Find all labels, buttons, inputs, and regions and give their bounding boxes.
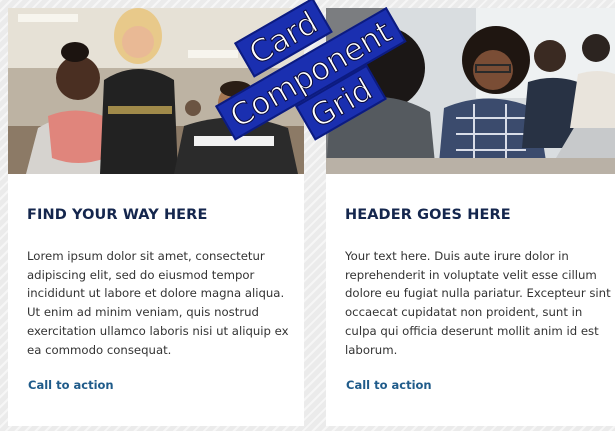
card-photo-classroom <box>8 8 304 174</box>
classroom-photo <box>8 8 304 174</box>
card-find-your-way: FIND YOUR WAY HERE Lorem ipsum dolor sit… <box>8 8 304 426</box>
card-header-goes-here: HEADER GOES HERE Your text here. Duis au… <box>326 8 615 426</box>
card-body-text: Lorem ipsum dolor sit amet, consectetur … <box>27 249 289 357</box>
card-photo-students <box>326 8 615 174</box>
card-body-text: Your text here. Duis aute irure dolor in… <box>345 249 611 357</box>
students-photo <box>326 8 615 174</box>
card-title: HEADER GOES HERE <box>345 207 511 223</box>
call-to-action-link[interactable]: Call to action <box>28 378 114 392</box>
call-to-action-link[interactable]: Call to action <box>346 378 432 392</box>
card-grid: FIND YOUR WAY HERE Lorem ipsum dolor sit… <box>0 0 615 431</box>
card-title: FIND YOUR WAY HERE <box>27 207 208 223</box>
